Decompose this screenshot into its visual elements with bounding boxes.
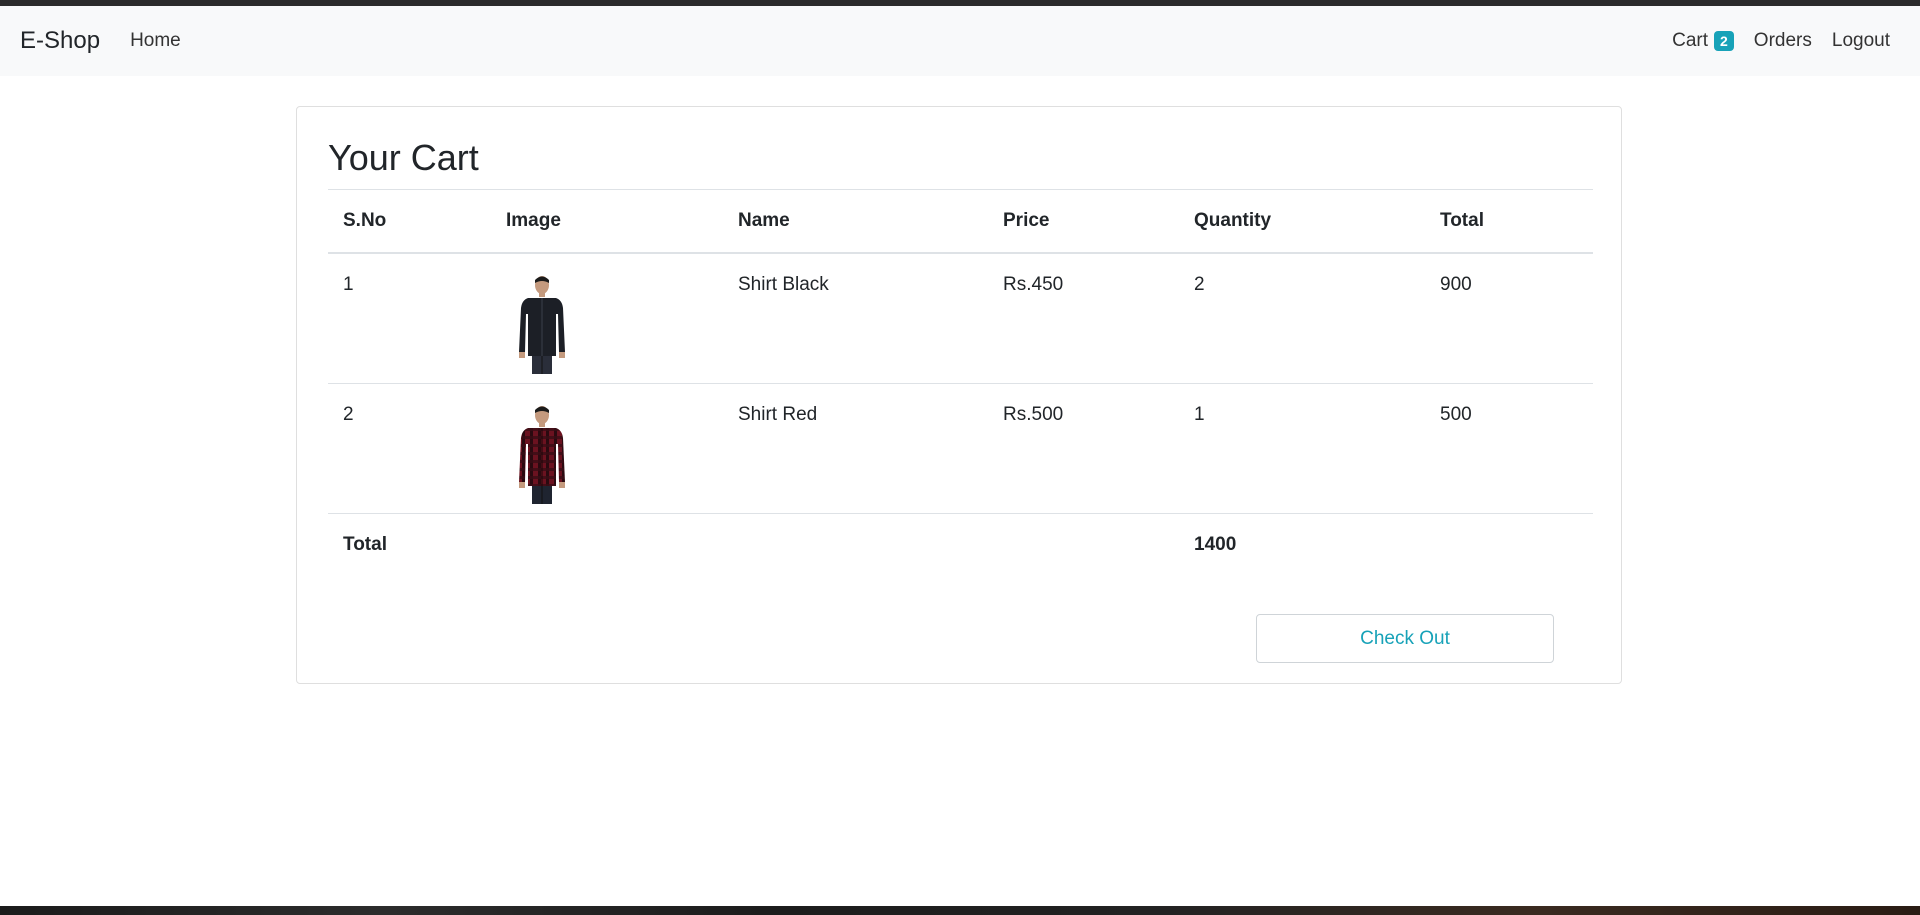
column-header-quantity: Quantity bbox=[1179, 189, 1425, 254]
cell-quantity: 2 bbox=[1179, 253, 1425, 384]
cart-total-value: 1400 bbox=[1194, 533, 1237, 555]
cart-card: Your Cart S.No Image Name Price Quantity… bbox=[296, 106, 1622, 684]
cell-price: Rs.450 bbox=[988, 253, 1179, 384]
column-header-name: Name bbox=[723, 189, 988, 254]
nav-cart-label: Cart bbox=[1672, 30, 1708, 51]
nav-logout-link[interactable]: Logout bbox=[1832, 30, 1890, 52]
checkout-button[interactable]: Check Out bbox=[1256, 614, 1554, 663]
shirt-black-image bbox=[519, 276, 565, 374]
cell-total: 900 bbox=[1425, 253, 1593, 384]
cell-name: Shirt Black bbox=[723, 253, 988, 384]
nav-orders-link[interactable]: Orders bbox=[1754, 30, 1812, 52]
cell-sno: 1 bbox=[328, 253, 491, 384]
cart-total-row: Total 1400 bbox=[328, 513, 1593, 576]
brand-logo[interactable]: E-Shop bbox=[20, 27, 100, 55]
page-title: Your Cart bbox=[328, 137, 479, 178]
navbar: E-Shop Home Cart 2 Orders Logout bbox=[0, 6, 1920, 76]
product-image-shirt-black bbox=[506, 274, 578, 376]
cell-total: 500 bbox=[1425, 383, 1593, 514]
cell-sno: 2 bbox=[328, 383, 491, 514]
os-taskbar bbox=[0, 906, 1920, 915]
cell-name: Shirt Red bbox=[723, 383, 988, 514]
column-header-image: Image bbox=[491, 189, 723, 254]
nav-home-link[interactable]: Home bbox=[130, 30, 181, 52]
shirt-red-image bbox=[519, 405, 565, 504]
cell-price: Rs.500 bbox=[988, 383, 1179, 514]
product-image-shirt-red bbox=[506, 404, 578, 506]
nav-cart-link[interactable]: Cart 2 bbox=[1672, 30, 1734, 52]
cell-image bbox=[491, 383, 723, 514]
cart-count-badge: 2 bbox=[1714, 31, 1734, 51]
cart-total-empty-cell bbox=[1425, 513, 1593, 576]
table-header-row: S.No Image Name Price Quantity Total bbox=[328, 189, 1593, 254]
column-header-price: Price bbox=[988, 189, 1179, 254]
cart-table: S.No Image Name Price Quantity Total 1 S… bbox=[328, 189, 1593, 576]
column-header-total: Total bbox=[1425, 189, 1593, 254]
column-header-sno: S.No bbox=[328, 189, 491, 254]
cart-total-label: Total bbox=[343, 533, 387, 555]
table-row: 2 Shirt Red Rs.500 1 500 bbox=[328, 383, 1593, 514]
cell-image bbox=[491, 253, 723, 384]
nav-right-group: Cart 2 Orders Logout bbox=[1672, 30, 1890, 52]
cell-quantity: 1 bbox=[1179, 383, 1425, 514]
table-row: 1 Shirt Black Rs.450 2 900 bbox=[328, 253, 1593, 384]
